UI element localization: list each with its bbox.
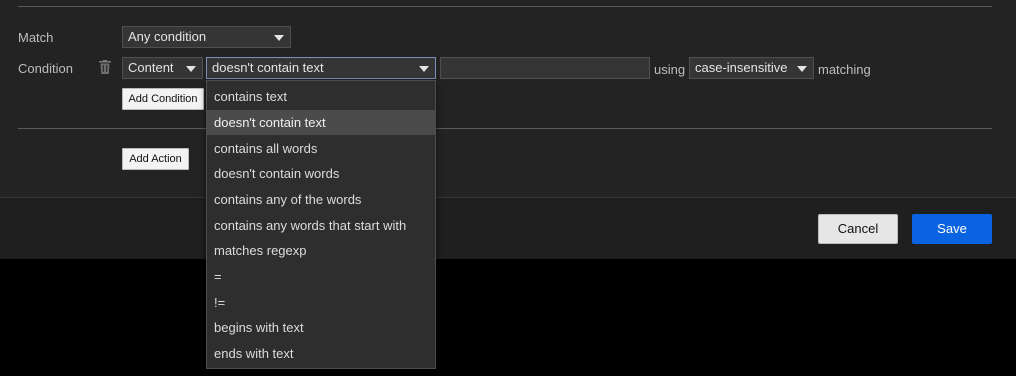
cancel-button[interactable]: Cancel [818,214,898,244]
trash-icon[interactable] [99,60,111,74]
case-mode-value: case-insensitive [695,60,788,75]
condition-value-input[interactable] [440,57,650,79]
chevron-down-icon [274,35,284,41]
condition-operator-value: doesn't contain text [212,60,324,75]
chevron-down-icon [797,66,807,72]
operator-option[interactable]: contains any words that start with [207,213,435,238]
operator-option-selected[interactable]: doesn't contain text [207,110,435,135]
match-select-value: Any condition [128,29,207,44]
operator-option[interactable]: begins with text [207,315,435,340]
chevron-down-icon [186,66,196,72]
using-label: using [654,62,686,77]
match-select[interactable]: Any condition [122,26,291,48]
condition-label: Condition [18,61,73,76]
middle-divider [18,128,992,129]
chevron-down-icon [419,66,429,72]
operator-option[interactable]: contains all words [207,136,435,161]
operator-option[interactable]: != [207,290,435,315]
operator-option[interactable]: doesn't contain words [207,161,435,186]
matching-label: matching [818,62,871,77]
dialog-footer: Cancel Save [0,197,1016,259]
condition-field-select[interactable]: Content [122,57,203,79]
operator-option[interactable]: contains text [207,84,435,109]
condition-field-value: Content [128,60,174,75]
condition-operator-select[interactable]: doesn't contain text [206,57,436,79]
match-label: Match [18,30,54,45]
operator-option[interactable]: matches regexp [207,238,435,263]
operator-option[interactable]: ends with text [207,341,435,366]
case-mode-select[interactable]: case-insensitive [689,57,814,79]
operator-option[interactable]: = [207,264,435,289]
save-button[interactable]: Save [912,214,992,244]
operator-option[interactable]: contains any of the words [207,187,435,212]
add-action-button[interactable]: Add Action [122,148,189,170]
operator-dropdown-list: contains text doesn't contain text conta… [206,80,436,369]
add-condition-button[interactable]: Add Condition [122,88,204,110]
top-divider [18,6,992,7]
